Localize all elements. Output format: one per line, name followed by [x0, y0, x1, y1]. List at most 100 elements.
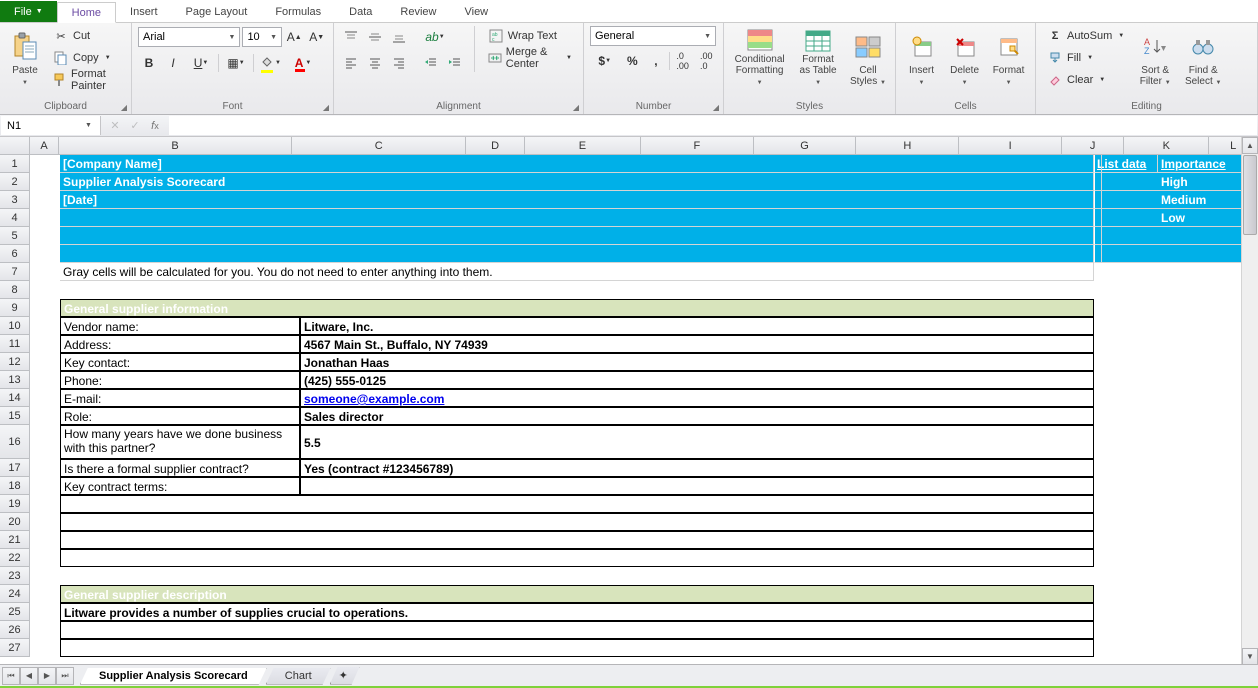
- info-value-14[interactable]: someone@example.com: [300, 389, 1094, 407]
- scorecard-title[interactable]: Supplier Analysis Scorecard: [60, 173, 1094, 191]
- supplier-description[interactable]: Litware provides a number of supplies cr…: [60, 603, 1094, 621]
- row-header-27[interactable]: 27: [0, 639, 30, 657]
- info-value-11[interactable]: 4567 Main St., Buffalo, NY 74939: [300, 335, 1094, 353]
- fx-icon[interactable]: fx: [146, 117, 164, 135]
- font-color-button[interactable]: A▼: [288, 52, 318, 74]
- info-label-10[interactable]: Vendor name:: [60, 317, 300, 335]
- row-header-19[interactable]: 19: [0, 495, 30, 513]
- cell-J4[interactable]: [1094, 209, 1102, 227]
- decrease-decimal-button[interactable]: .00.0: [695, 50, 717, 72]
- row-header-9[interactable]: 9: [0, 299, 30, 317]
- increase-font-button[interactable]: A▲: [284, 26, 304, 48]
- row-header-2[interactable]: 2: [0, 173, 30, 191]
- row-header-12[interactable]: 12: [0, 353, 30, 371]
- file-tab[interactable]: File ▼: [0, 1, 57, 22]
- tab-home[interactable]: Home: [57, 2, 116, 23]
- contract-terms-row-22[interactable]: [60, 549, 1094, 567]
- cell-J2[interactable]: [1094, 173, 1102, 191]
- col-header-E[interactable]: E: [525, 137, 641, 155]
- row-header-22[interactable]: 22: [0, 549, 30, 567]
- col-header-H[interactable]: H: [856, 137, 959, 155]
- row-header-5[interactable]: 5: [0, 227, 30, 245]
- tab-insert[interactable]: Insert: [116, 1, 172, 22]
- row-header-11[interactable]: 11: [0, 335, 30, 353]
- scroll-down-icon[interactable]: ▼: [1242, 648, 1258, 665]
- find-select-button[interactable]: Find & Select ▼: [1181, 26, 1225, 92]
- info-label-17[interactable]: Is there a formal supplier contract?: [60, 459, 300, 477]
- copy-button[interactable]: Copy▼: [48, 48, 125, 68]
- row-header-3[interactable]: 3: [0, 191, 30, 209]
- info-label-16[interactable]: How many years have we done business wit…: [60, 425, 300, 459]
- row-header-6[interactable]: 6: [0, 245, 30, 263]
- info-label-11[interactable]: Address:: [60, 335, 300, 353]
- select-all-corner[interactable]: [0, 137, 30, 155]
- fill-color-button[interactable]: ▼: [256, 52, 286, 74]
- importance-low[interactable]: Low: [1158, 209, 1246, 227]
- sheet-tab-chart[interactable]: Chart: [266, 668, 331, 685]
- align-top-button[interactable]: [340, 26, 362, 48]
- row-header-23[interactable]: 23: [0, 567, 30, 585]
- border-button[interactable]: ▦▼: [221, 52, 251, 74]
- info-label-14[interactable]: E-mail:: [60, 389, 300, 407]
- tab-data[interactable]: Data: [335, 1, 386, 22]
- sheet-tab-scorecard[interactable]: Supplier Analysis Scorecard: [80, 668, 267, 685]
- desc-row-26[interactable]: [60, 621, 1094, 639]
- col-header-I[interactable]: I: [959, 137, 1062, 155]
- tab-formulas[interactable]: Formulas: [261, 1, 335, 22]
- tab-page-layout[interactable]: Page Layout: [172, 1, 262, 22]
- row-header-24[interactable]: 24: [0, 585, 30, 603]
- cut-button[interactable]: ✂Cut: [48, 26, 125, 46]
- contract-terms-row-20[interactable]: [60, 513, 1094, 531]
- name-box-input[interactable]: [1, 120, 81, 132]
- contract-terms-row-21[interactable]: [60, 531, 1094, 549]
- col-header-G[interactable]: G: [754, 137, 857, 155]
- row-header-1[interactable]: 1: [0, 155, 30, 173]
- row-header-10[interactable]: 10: [0, 317, 30, 335]
- col-header-K[interactable]: K: [1124, 137, 1209, 155]
- comma-button[interactable]: ,: [645, 50, 667, 72]
- row-header-8[interactable]: 8: [0, 281, 30, 299]
- cell-J3[interactable]: [1094, 191, 1102, 209]
- row-header-13[interactable]: 13: [0, 371, 30, 389]
- cell-J1[interactable]: [1094, 155, 1102, 173]
- align-middle-button[interactable]: [364, 26, 386, 48]
- font-name-select[interactable]: Arial▼: [138, 27, 240, 47]
- date-field[interactable]: [Date]: [60, 191, 1094, 209]
- info-value-10[interactable]: Litware, Inc.: [300, 317, 1094, 335]
- percent-button[interactable]: %: [621, 50, 643, 72]
- bold-button[interactable]: B: [138, 52, 160, 74]
- formula-input[interactable]: [169, 116, 1257, 135]
- section-supplier-info[interactable]: General supplier information: [60, 299, 1094, 317]
- tab-review[interactable]: Review: [386, 1, 450, 22]
- col-header-B[interactable]: B: [59, 137, 292, 155]
- cell-J5[interactable]: [1094, 227, 1102, 245]
- increase-decimal-button[interactable]: .0.00: [672, 50, 694, 72]
- format-painter-button[interactable]: Format Painter: [48, 70, 125, 90]
- font-size-select[interactable]: 10▼: [242, 27, 282, 47]
- col-header-F[interactable]: F: [641, 137, 754, 155]
- company-name[interactable]: [Company Name]: [60, 155, 1094, 173]
- new-sheet-button[interactable]: ✦: [330, 667, 360, 685]
- col-header-J[interactable]: J: [1062, 137, 1124, 155]
- importance-high[interactable]: High: [1158, 173, 1246, 191]
- clipboard-launcher-icon[interactable]: ◢: [121, 103, 127, 112]
- name-box[interactable]: ▼: [1, 116, 101, 135]
- autosum-button[interactable]: ΣAutoSum▼: [1042, 26, 1129, 46]
- number-launcher-icon[interactable]: ◢: [713, 103, 719, 112]
- number-format-select[interactable]: General▼: [590, 26, 716, 46]
- italic-button[interactable]: I: [162, 52, 184, 74]
- delete-button[interactable]: Delete▼: [945, 26, 984, 92]
- align-center-button[interactable]: [364, 52, 386, 74]
- row-header-16[interactable]: 16: [0, 425, 30, 459]
- underline-button[interactable]: U ▼: [186, 52, 216, 74]
- row-header-14[interactable]: 14: [0, 389, 30, 407]
- contract-terms-row-19[interactable]: [60, 495, 1094, 513]
- vertical-scrollbar[interactable]: ▲ ▼: [1241, 137, 1258, 665]
- wrap-text-button[interactable]: abcWrap Text: [483, 26, 577, 46]
- row-header-26[interactable]: 26: [0, 621, 30, 639]
- accounting-format-button[interactable]: $ ▼: [590, 50, 619, 72]
- info-value-12[interactable]: Jonathan Haas: [300, 353, 1094, 371]
- row-header-4[interactable]: 4: [0, 209, 30, 227]
- listdata-header[interactable]: List data: [1094, 155, 1158, 173]
- prev-sheet-button[interactable]: ◀: [20, 667, 38, 685]
